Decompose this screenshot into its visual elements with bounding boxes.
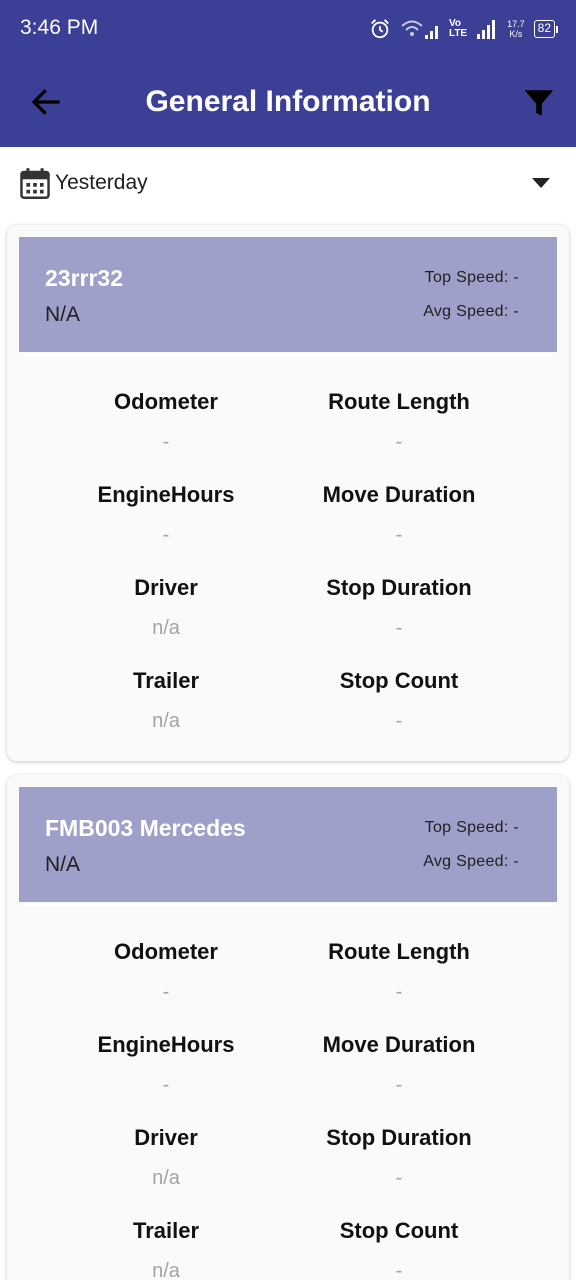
calendar-icon [20, 168, 50, 199]
stat-odometer: Odometer - [114, 389, 218, 453]
stat-driver: Driver n/a [134, 1125, 198, 1189]
stats-row: Driver n/a Stop Duration - [7, 573, 569, 666]
stat-stop-duration: Stop Duration - [326, 1125, 472, 1189]
stats-row: EngineHours - Move Duration - [7, 480, 569, 573]
stats-row: Odometer - Route Length - [7, 937, 569, 1030]
stat-trailer: Trailer n/a [132, 668, 200, 732]
alarm-icon [371, 19, 389, 39]
top-speed: Top Speed: - [424, 819, 519, 836]
battery-cap [556, 25, 558, 33]
stats-row: Trailer n/a Stop Count - [7, 666, 569, 759]
vehicle-card-header: FMB003 Mercedes N/A Top Speed: - Avg Spe… [19, 787, 557, 902]
divider [19, 904, 557, 906]
stat-trailer: Trailer n/a [132, 1218, 200, 1278]
stats-grid: Odometer - Route Length - EngineHours - … [7, 387, 569, 759]
status-time: 3:46 PM [20, 16, 99, 39]
page-title: General Information [145, 85, 431, 118]
stat-odometer: Odometer - [114, 939, 218, 1003]
vehicle-card[interactable]: FMB003 Mercedes N/A Top Speed: - Avg Spe… [7, 775, 569, 1280]
filter-icon[interactable] [522, 86, 556, 120]
avg-speed: Avg Speed: - [423, 853, 519, 870]
stat-move-duration: Move Duration - [322, 482, 476, 546]
divider [19, 354, 557, 356]
stats-grid: Odometer - Route Length - EngineHours - … [7, 937, 569, 1278]
stat-driver: Driver n/a [134, 575, 198, 639]
stat-route-length: Route Length - [328, 389, 470, 453]
date-filter-value: Yesterday [55, 171, 148, 194]
date-filter-dropdown[interactable]: Yesterday [0, 147, 576, 223]
vehicle-card[interactable]: 23rrr32 N/A Top Speed: - Avg Speed: - Od… [7, 225, 569, 761]
stats-row: Driver n/a Stop Duration - [7, 1123, 569, 1216]
status-bar: 3:46 PM Vo LTE 17.7 K/s 82 [0, 0, 576, 58]
stats-row: Trailer n/a Stop Count - [7, 1216, 569, 1278]
battery-level: 82 [533, 20, 555, 38]
stat-engine-hours: EngineHours - [97, 1032, 235, 1096]
vehicle-subtitle: N/A [45, 853, 81, 876]
battery-indicator: 82 [533, 20, 558, 38]
vehicle-name: FMB003 Mercedes [45, 815, 246, 841]
stat-stop-count: Stop Count - [339, 1218, 459, 1278]
stat-stop-count: Stop Count - [339, 668, 459, 732]
wifi-icon [401, 20, 438, 39]
avg-speed: Avg Speed: - [423, 303, 519, 320]
stats-row: Odometer - Route Length - [7, 387, 569, 480]
vehicle-card-header: 23rrr32 N/A Top Speed: - Avg Speed: - [19, 237, 557, 352]
vehicle-name: 23rrr32 [45, 265, 124, 291]
top-speed: Top Speed: - [424, 269, 519, 286]
stats-row: EngineHours - Move Duration - [7, 1030, 569, 1123]
net-speed: 17.7 K/s [507, 19, 525, 39]
status-icons: Vo LTE 17.7 K/s 82 [369, 14, 558, 44]
volte-indicator: Vo LTE [448, 18, 468, 39]
stat-route-length: Route Length - [328, 939, 470, 1003]
stat-stop-duration: Stop Duration - [326, 575, 472, 639]
signal-icon [477, 20, 496, 39]
stat-engine-hours: EngineHours - [97, 482, 235, 546]
vehicle-subtitle: N/A [45, 303, 81, 326]
app-bar: General Information [0, 58, 576, 147]
chevron-down-icon [532, 178, 550, 188]
stat-move-duration: Move Duration - [322, 1032, 476, 1096]
